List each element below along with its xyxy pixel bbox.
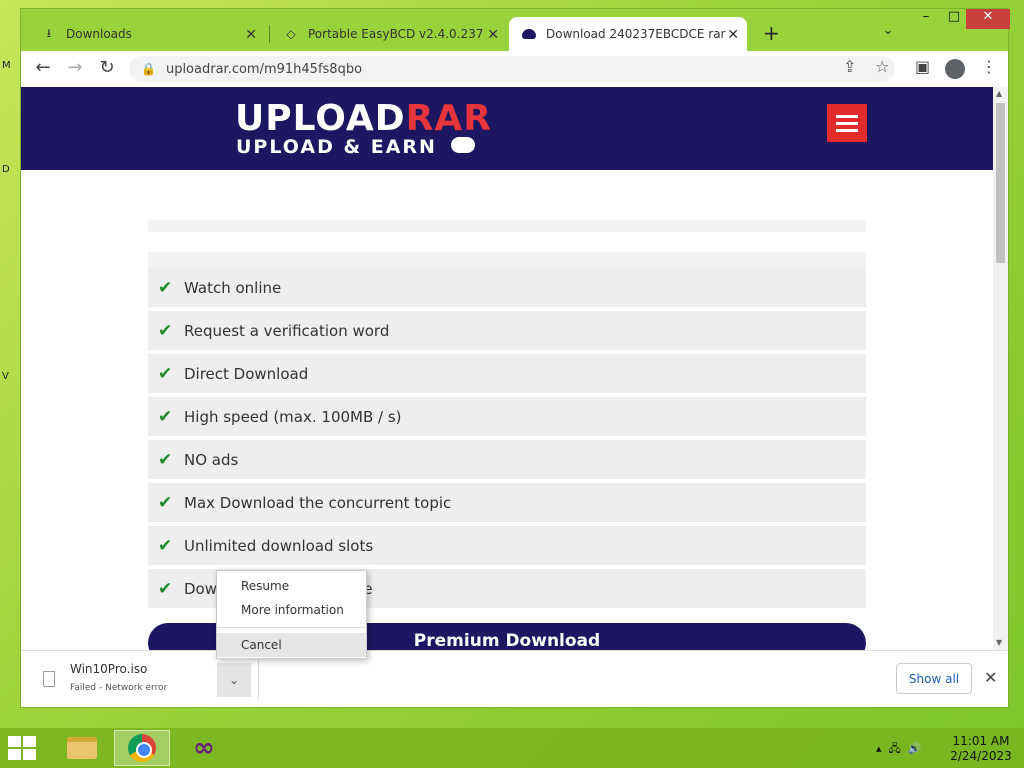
download-options-button[interactable]: ⌄	[217, 663, 251, 697]
reload-icon[interactable]: ↻	[95, 57, 119, 78]
download-icon: ⭳	[46, 25, 52, 40]
side-panel-icon[interactable]: ▣	[915, 57, 930, 76]
url-text: uploadrar.com/m91h45fs8qbo	[165, 61, 363, 77]
new-tab-button[interactable]: +	[763, 21, 780, 45]
close-shelf-icon[interactable]: ✕	[984, 668, 997, 687]
folder-icon	[67, 737, 97, 759]
windows-start-button[interactable]	[8, 736, 38, 760]
chevron-down-icon: ⌄	[228, 673, 240, 687]
menu-item-resume[interactable]: Resume	[217, 574, 366, 598]
close-icon[interactable]: ✕	[245, 27, 257, 43]
close-window-button[interactable]: ✕	[966, 9, 1010, 29]
site-logo[interactable]: UPLOADRAR	[235, 99, 492, 139]
close-icon[interactable]: ✕	[487, 27, 499, 43]
cloud-icon	[451, 137, 475, 153]
tab-label: Downloads	[66, 27, 132, 41]
clock-date: 2/24/2023	[950, 749, 1012, 763]
taskbar-visual-studio[interactable]: ∞	[176, 730, 232, 766]
page-body: ✔ Watch online ✔ Request a verification wo…	[21, 170, 993, 650]
menu-item-more-information[interactable]: More information	[217, 598, 366, 622]
file-icon	[43, 671, 55, 687]
download-shelf: Win10Pro.iso Failed - Network error ⌄ Sh…	[21, 650, 1008, 707]
chrome-icon	[128, 734, 156, 762]
checkmark-icon: ✔	[158, 277, 173, 298]
tab-bar: ⭳ Downloads ✕ ◇ Portable EasyBCD v2.4.0.…	[21, 9, 1010, 51]
menu-separator	[217, 627, 366, 628]
taskbar: ∞ ▴ 🖧 🔊 11:01 AM 2/24/2023	[0, 728, 1024, 768]
browser-window: ⭳ Downloads ✕ ◇ Portable EasyBCD v2.4.0.…	[20, 8, 1010, 708]
back-arrow-icon[interactable]: ←	[31, 57, 55, 78]
visual-studio-icon: ∞	[193, 733, 215, 763]
taskbar-file-explorer[interactable]	[54, 730, 110, 766]
tab-uploadrar[interactable]: Download 240237EBCDCE rar ✕	[509, 17, 747, 51]
tab-search-icon[interactable]: ⌄	[883, 23, 893, 37]
logo-tagline: UPLOAD & EARN	[236, 136, 437, 158]
network-icon[interactable]: 🖧	[889, 742, 901, 755]
menu-item-cancel[interactable]: Cancel	[217, 633, 366, 657]
download-file-name[interactable]: Win10Pro.iso	[70, 662, 147, 676]
download-context-menu: Resume More information Cancel	[216, 570, 367, 659]
checkmark-icon: ✔	[158, 363, 173, 384]
browser-toolbar: ← → ↻ 🔒 uploadrar.com/m91h45fs8qbo ⇪ ☆ ▣…	[21, 51, 1008, 87]
taskbar-chrome[interactable]	[114, 730, 170, 766]
card-strip	[148, 220, 866, 232]
checkmark-icon: ✔	[158, 449, 173, 470]
feature-item: ✔ Max Download the concurrent topic	[148, 483, 866, 522]
feature-item: ✔ Direct Download	[148, 354, 866, 393]
address-bar[interactable]: 🔒 uploadrar.com/m91h45fs8qbo	[129, 56, 895, 82]
shelf-separator	[258, 659, 259, 699]
system-tray: ▴ 🖧 🔊	[876, 740, 922, 759]
checkmark-icon: ✔	[158, 492, 173, 513]
checkmark-icon: ✔	[158, 406, 173, 427]
uploadrar-favicon	[521, 26, 537, 42]
tab-downloads[interactable]: ⭳ Downloads ✕	[29, 17, 265, 51]
download-status: Failed - Network error	[70, 683, 168, 693]
checkmark-icon: ✔	[158, 535, 173, 556]
feature-list-header	[148, 252, 866, 268]
easybcd-icon: ◇	[286, 27, 296, 41]
lock-icon[interactable]: 🔒	[141, 62, 156, 76]
feature-item: ✔ NO ads	[148, 440, 866, 479]
share-icon[interactable]: ⇪	[843, 57, 856, 76]
kebab-menu-icon[interactable]: ⋮	[981, 57, 997, 76]
feature-item: ✔ High speed (max. 100MB / s)	[148, 397, 866, 436]
clock-time: 11:01 AM	[952, 734, 1010, 748]
tab-label: Portable EasyBCD v2.4.0.237 Cor	[308, 27, 484, 41]
scroll-down-arrow-icon[interactable]: ▼	[996, 638, 1002, 647]
scroll-up-arrow-icon[interactable]: ▲	[996, 89, 1002, 98]
feature-item: ✔ Request a verification word	[148, 311, 866, 350]
forward-arrow-icon[interactable]: →	[63, 57, 87, 78]
close-icon[interactable]: ✕	[727, 27, 739, 43]
feature-list: ✔ Watch online ✔ Request a verification wo…	[148, 252, 866, 612]
checkmark-icon: ✔	[158, 320, 173, 341]
bookmark-star-icon[interactable]: ☆	[875, 57, 889, 76]
minimize-button[interactable]: –	[911, 9, 941, 29]
show-all-button[interactable]: Show all	[896, 663, 972, 694]
tab-easybcd[interactable]: ◇ Portable EasyBCD v2.4.0.237 Cor ✕	[271, 17, 507, 51]
taskbar-clock[interactable]: 11:01 AM 2/24/2023	[948, 734, 1014, 764]
tray-expand-icon[interactable]: ▴	[876, 742, 882, 755]
volume-icon[interactable]: 🔊	[908, 742, 922, 755]
desktop-icon-label: M	[2, 60, 11, 71]
feature-item: ✔ Watch online	[148, 268, 866, 307]
tab-label: Download 240237EBCDCE rar	[546, 27, 726, 41]
page-viewport: UPLOADRAR UPLOAD & EARN ✔ Watch online ✔ R…	[21, 87, 993, 650]
checkmark-icon: ✔	[158, 578, 173, 599]
tab-separator	[269, 25, 270, 43]
scrollbar-thumb[interactable]	[996, 103, 1005, 263]
site-header: UPLOADRAR UPLOAD & EARN	[21, 87, 993, 170]
maximize-button[interactable]: □	[939, 9, 969, 29]
hamburger-menu-button[interactable]	[827, 104, 867, 142]
desktop-icon-label: D	[2, 164, 10, 175]
page-scrollbar[interactable]: ▲ ▼	[993, 87, 1008, 650]
feature-item: ✔ Unlimited download slots	[148, 526, 866, 565]
profile-avatar-icon[interactable]	[945, 59, 965, 79]
desktop-icon-label: V	[2, 371, 9, 382]
